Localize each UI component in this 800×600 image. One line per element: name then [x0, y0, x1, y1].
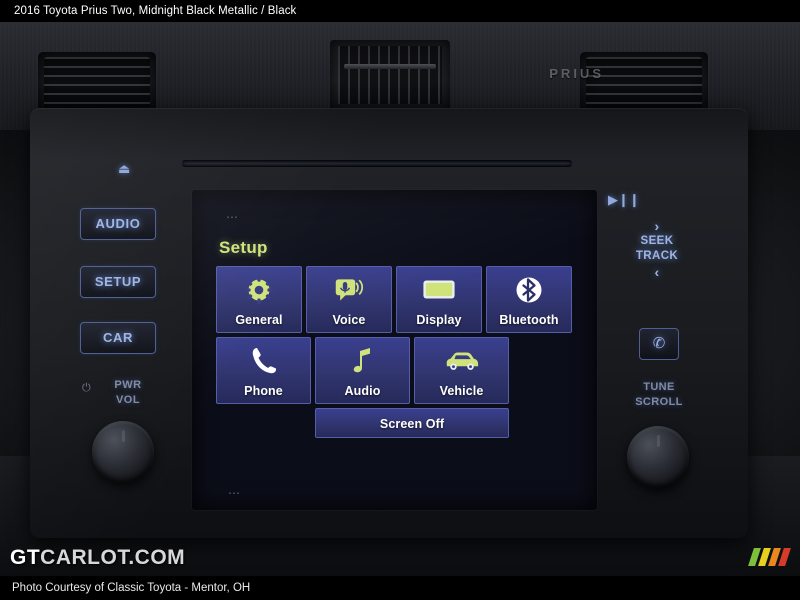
setup-tile-vehicle[interactable]: Vehicle [414, 337, 509, 404]
vehicle-caption-bar: 2016 Toyota Prius Two, Midnight Black Me… [0, 0, 800, 22]
setup-tile-label: Phone [244, 384, 283, 398]
setup-menu-grid: General Voice Display Bluetooth Phone Au… [216, 266, 572, 438]
setup-menu-row-1: General Voice Display Bluetooth [216, 266, 572, 333]
play-pause-icon[interactable]: ▶❙❙ [608, 192, 640, 208]
setup-tile-voice[interactable]: Voice [306, 266, 392, 333]
audio-button[interactable]: AUDIO [80, 208, 156, 240]
photo-courtesy-bar: Photo Courtesy of Classic Toyota - Mento… [0, 576, 800, 600]
screen-title: Setup [219, 238, 268, 257]
seek-up-chevron-icon[interactable]: › [626, 218, 688, 234]
setup-tile-audio[interactable]: Audio [315, 337, 410, 404]
power-label-line1: PWR [114, 379, 142, 391]
seek-down-chevron-icon[interactable]: ‹ [626, 264, 688, 280]
gear-icon [217, 273, 301, 307]
track-label: TRACK [635, 250, 679, 262]
eject-icon[interactable]: ⏏ [118, 162, 130, 175]
watermark: GTCARLOT.COM [10, 546, 185, 570]
setup-button[interactable]: SETUP [80, 266, 156, 298]
vent-adjuster [344, 64, 436, 69]
screen-top-dots: ⋯ [226, 210, 240, 224]
tune-scroll-label: TUNE SCROLL [628, 380, 690, 410]
bluetooth-icon [487, 273, 571, 307]
setup-tile-general[interactable]: General [216, 266, 302, 333]
music-note-icon [316, 344, 409, 378]
caption-separator: , [132, 5, 136, 17]
phone-button[interactable]: ✆ [639, 328, 679, 360]
air-vent-right [580, 52, 708, 114]
voice-command-icon [307, 273, 391, 307]
setup-tile-bluetooth[interactable]: Bluetooth [486, 266, 572, 333]
power-volume-knob[interactable] [92, 421, 154, 483]
setup-tile-display[interactable]: Display [396, 266, 482, 333]
tune-scroll-knob[interactable] [627, 426, 689, 488]
phone-handset-icon [217, 344, 310, 378]
display-icon [397, 273, 481, 307]
screen-bottom-dots: ⋯ [228, 486, 242, 500]
setup-tile-label: Bluetooth [499, 313, 559, 327]
setup-tile-label: Audio [344, 384, 381, 398]
car-icon [415, 344, 508, 378]
screenshot-root: 2016 Toyota Prius Two, Midnight Black Me… [0, 0, 800, 600]
setup-tile-label: Vehicle [439, 384, 484, 398]
screen-off-button[interactable]: Screen Off [315, 408, 509, 438]
setup-tile-phone[interactable]: Phone [216, 337, 311, 404]
power-label-line2: VOL [115, 394, 141, 406]
screen-off-label: Screen Off [379, 417, 445, 431]
cd-slot [182, 160, 572, 167]
car-button[interactable]: CAR [80, 322, 156, 354]
setup-tile-label: Display [416, 313, 462, 327]
seek-label: SEEK [640, 235, 674, 247]
tune-label-line1: TUNE [643, 381, 675, 393]
setup-tile-label: Voice [332, 313, 366, 327]
seek-track-control[interactable]: › SEEK TRACK ‹ [626, 218, 688, 280]
watermark-bars [748, 548, 791, 566]
tune-label-line2: SCROLL [635, 396, 683, 408]
photo-courtesy-text: Photo Courtesy of Classic Toyota - Mento… [12, 582, 251, 594]
power-volume-label: PWR VOL [98, 378, 158, 408]
watermark-prefix: GT [10, 546, 41, 569]
vehicle-title: 2016 Toyota Prius Two [14, 5, 133, 17]
vehicle-photo: PRIUS ⏏ ▶❙❙ AUDIO SETUP CAR ⏻ PWR VOL › … [0, 22, 800, 576]
vehicle-colors: Midnight Black Metallic / Black [138, 5, 297, 17]
prius-badge: PRIUS [549, 66, 604, 81]
infotainment-screen[interactable]: ⋯ Setup General Voice Display Bluetooth … [192, 190, 597, 510]
air-vent-left [38, 52, 156, 114]
head-unit-bezel: ⏏ ▶❙❙ AUDIO SETUP CAR ⏻ PWR VOL › SEEK T… [30, 108, 748, 538]
power-symbol: ⏻ [82, 382, 91, 394]
air-vent-center [330, 40, 450, 114]
setup-tile-label: General [235, 313, 283, 327]
setup-menu-row-2: Phone Audio Vehicle [216, 337, 572, 404]
watermark-suffix: CARLOT.COM [40, 546, 186, 569]
